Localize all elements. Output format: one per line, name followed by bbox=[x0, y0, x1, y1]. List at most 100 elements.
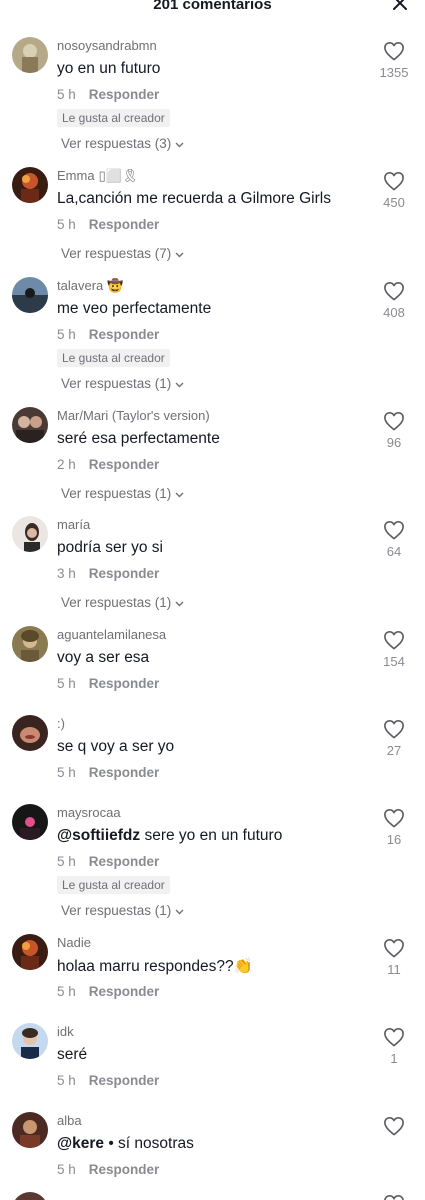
reply-button[interactable]: Responder bbox=[89, 87, 160, 102]
heart-icon bbox=[384, 1117, 404, 1136]
avatar[interactable] bbox=[12, 407, 48, 443]
comment-text: yo en un futuro bbox=[57, 60, 161, 77]
reply-button[interactable]: Responder bbox=[89, 1073, 160, 1088]
like-button[interactable]: 450 bbox=[377, 171, 411, 210]
chevron-down-icon bbox=[175, 246, 184, 261]
like-count: 1 bbox=[390, 1051, 398, 1066]
reply-button[interactable]: Responder bbox=[89, 765, 160, 780]
comment-username[interactable]: aguantelamilanesa bbox=[57, 627, 166, 642]
avatar[interactable] bbox=[12, 167, 48, 203]
avatar[interactable] bbox=[12, 804, 48, 840]
avatar[interactable] bbox=[12, 1023, 48, 1059]
like-button[interactable]: 27 bbox=[377, 719, 411, 758]
comment-time: 3 h bbox=[57, 566, 76, 581]
comment-text: podría ser yo si bbox=[57, 539, 163, 556]
like-count: 96 bbox=[386, 435, 402, 450]
comment-meta: 5 h Responder bbox=[57, 984, 159, 999]
comment-username[interactable]: :) bbox=[57, 716, 65, 731]
avatar[interactable] bbox=[12, 516, 48, 552]
reply-button[interactable]: Responder bbox=[89, 854, 160, 869]
reply-button[interactable]: Responder bbox=[89, 217, 160, 232]
avatar[interactable] bbox=[12, 277, 48, 313]
like-button[interactable] bbox=[377, 1116, 411, 1136]
reply-button[interactable]: Responder bbox=[89, 676, 160, 691]
comment-body: • sí nosotras bbox=[108, 1135, 194, 1152]
comment-username[interactable]: alba bbox=[57, 1113, 82, 1128]
like-button[interactable]: 11 bbox=[377, 938, 411, 977]
view-replies-button[interactable]: Ver respuestas (7) bbox=[61, 246, 184, 261]
heart-icon bbox=[384, 939, 404, 958]
creator-liked-badge: Le gusta al creador bbox=[57, 876, 170, 894]
reply-button[interactable]: Responder bbox=[89, 566, 160, 581]
like-count: 16 bbox=[386, 832, 402, 847]
heart-icon bbox=[384, 720, 404, 739]
reply-button[interactable]: Responder bbox=[89, 1162, 160, 1177]
reply-button[interactable]: Responder bbox=[89, 457, 160, 472]
view-replies-button[interactable]: Ver respuestas (1) bbox=[61, 903, 184, 918]
avatar[interactable] bbox=[12, 934, 48, 970]
like-count: 154 bbox=[383, 654, 405, 669]
reply-button[interactable]: Responder bbox=[89, 984, 160, 999]
comment-meta: 5 h Responder bbox=[57, 676, 159, 691]
comment-username[interactable]: maysrocaa bbox=[57, 805, 121, 820]
chevron-down-icon bbox=[175, 376, 184, 391]
username-label: Emma bbox=[57, 168, 95, 183]
view-replies-button[interactable]: Ver respuestas (1) bbox=[61, 486, 184, 501]
comment-text: voy a ser esa bbox=[57, 649, 150, 666]
comment-time: 5 h bbox=[57, 327, 76, 342]
comment-text: seré bbox=[57, 1046, 88, 1063]
username-emoji: 🤠 bbox=[107, 278, 124, 293]
heart-icon bbox=[384, 282, 404, 301]
heart-icon bbox=[384, 521, 404, 540]
heart-icon bbox=[384, 412, 404, 431]
mention-link[interactable]: @softiiefdz bbox=[57, 827, 140, 844]
like-button[interactable]: 154 bbox=[377, 630, 411, 669]
view-replies-button[interactable]: Ver respuestas (1) bbox=[61, 595, 184, 610]
avatar[interactable] bbox=[12, 37, 48, 73]
heart-icon bbox=[384, 1028, 404, 1047]
comment-username[interactable]: idk bbox=[57, 1024, 74, 1039]
avatar[interactable] bbox=[12, 1192, 48, 1200]
heart-icon[interactable] bbox=[383, 1194, 405, 1200]
like-count: 450 bbox=[383, 195, 405, 210]
comment-meta: 5 h Responder bbox=[57, 87, 159, 102]
like-button[interactable]: 1355 bbox=[377, 41, 411, 80]
comment-text: @kere • sí nosotras bbox=[57, 1135, 194, 1153]
comment-time: 5 h bbox=[57, 765, 76, 780]
view-replies-label: Ver respuestas (7) bbox=[61, 246, 172, 261]
chevron-down-icon bbox=[175, 486, 184, 501]
comment-username[interactable]: Nadie bbox=[57, 935, 91, 950]
like-button[interactable]: 64 bbox=[377, 520, 411, 559]
creator-liked-badge: Le gusta al creador bbox=[57, 349, 170, 367]
close-icon[interactable] bbox=[391, 0, 409, 13]
comment-time: 5 h bbox=[57, 217, 76, 232]
comment-text: holaa marru respondes??👏 bbox=[57, 958, 253, 975]
comment-username[interactable]: Mar/Mari (Taylor's version) bbox=[57, 408, 210, 423]
comment-meta: 5 h Responder bbox=[57, 1073, 159, 1088]
comment-text: @softiiefdz sere yo en un futuro bbox=[57, 827, 282, 845]
like-count: 1355 bbox=[379, 65, 409, 80]
comment-username[interactable]: Emma ▯⬜🎗 bbox=[57, 168, 138, 184]
comment-username[interactable]: talavera 🤠 bbox=[57, 278, 123, 294]
like-button[interactable]: 96 bbox=[377, 411, 411, 450]
avatar[interactable] bbox=[12, 1112, 48, 1148]
reply-button[interactable]: Responder bbox=[89, 327, 160, 342]
like-button[interactable]: 16 bbox=[377, 808, 411, 847]
comment-meta: 2 h Responder bbox=[57, 457, 159, 472]
like-button[interactable]: 408 bbox=[377, 281, 411, 320]
comment-time: 5 h bbox=[57, 854, 76, 869]
like-count: 64 bbox=[386, 544, 402, 559]
view-replies-button[interactable]: Ver respuestas (1) bbox=[61, 376, 184, 391]
mention-link[interactable]: @kere bbox=[57, 1135, 104, 1152]
avatar[interactable] bbox=[12, 626, 48, 662]
heart-icon bbox=[384, 809, 404, 828]
comment-text: La,canción me recuerda a Gilmore Girls bbox=[57, 190, 331, 207]
comment-body: sere yo en un futuro bbox=[144, 827, 283, 844]
view-replies-label: Ver respuestas (3) bbox=[61, 136, 172, 151]
avatar[interactable] bbox=[12, 715, 48, 751]
comment-username[interactable]: maría bbox=[57, 517, 90, 532]
comment-username[interactable]: nosoysandrabmn bbox=[57, 38, 157, 53]
chevron-down-icon bbox=[175, 136, 184, 151]
like-button[interactable]: 1 bbox=[377, 1027, 411, 1066]
view-replies-button[interactable]: Ver respuestas (3) bbox=[61, 136, 184, 151]
